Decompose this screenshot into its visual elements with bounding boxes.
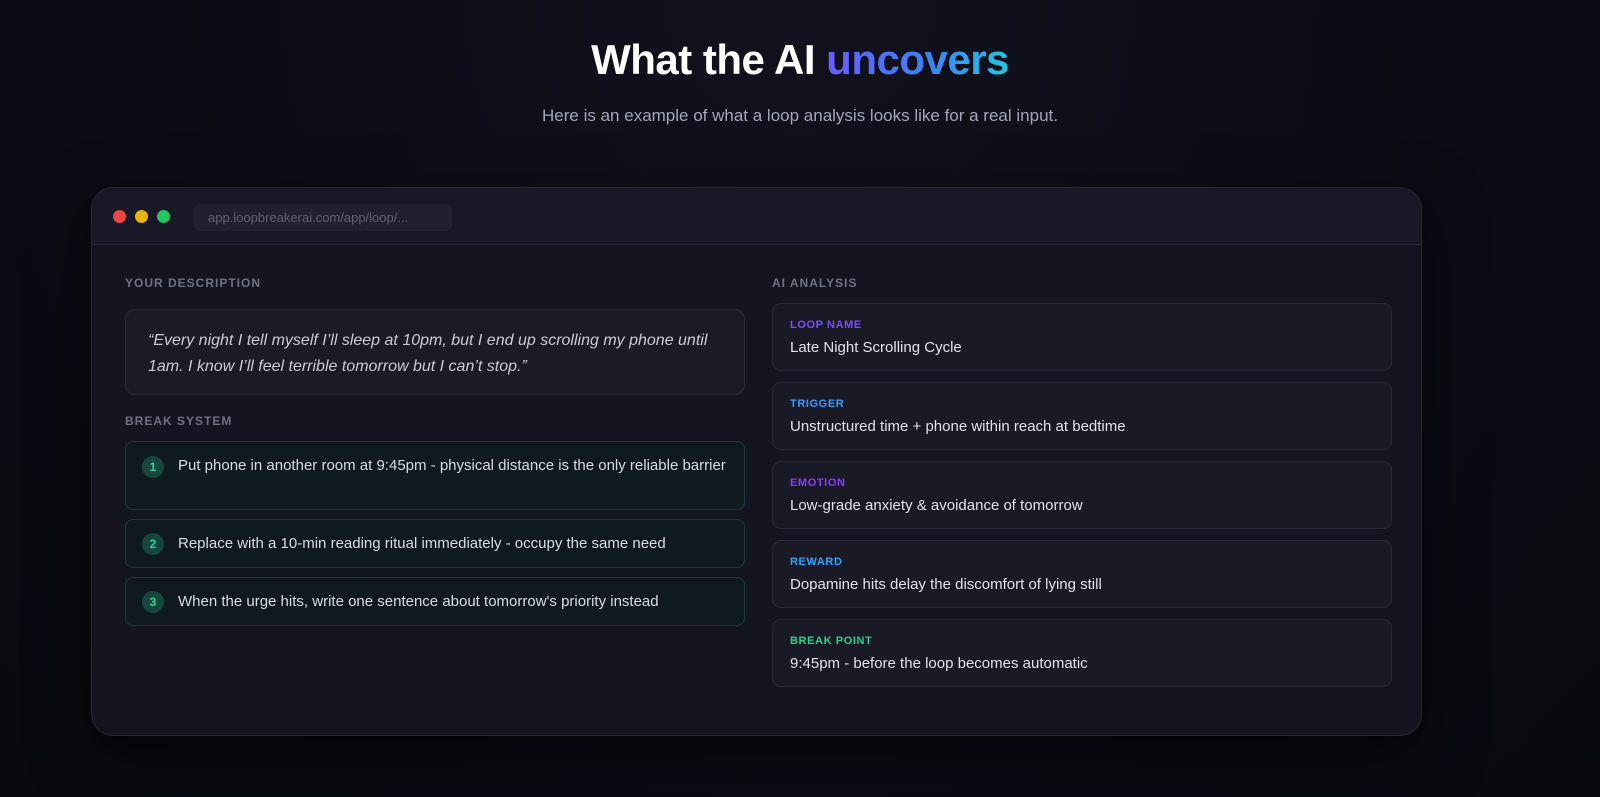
analysis-card-loop-name: LOOP NAME Late Night Scrolling Cycle: [772, 303, 1392, 371]
analysis-card-trigger: TRIGGER Unstructured time + phone within…: [772, 382, 1392, 450]
analysis-card-emotion: EMOTION Low-grade anxiety & avoidance of…: [772, 461, 1392, 529]
analysis-card-label: REWARD: [790, 556, 843, 568]
page-title-main: What the AI: [591, 36, 827, 83]
step-text: Put phone in another room at 9:45pm - ph…: [178, 457, 726, 474]
url-bar: app.loopbreakerai.com/app/loop/...: [194, 204, 452, 231]
analysis-card-break-point: BREAK POINT 9:45pm - before the loop bec…: [772, 619, 1392, 687]
close-window-dot-icon: [113, 210, 126, 223]
step-text: When the urge hits, write one sentence a…: [178, 593, 659, 610]
step-number-badge: 2: [142, 533, 164, 555]
app-window-mockup: app.loopbreakerai.com/app/loop/... YOUR …: [91, 187, 1422, 736]
page-subtitle: Here is an example of what a loop analys…: [542, 106, 1058, 125]
window-titlebar: app.loopbreakerai.com/app/loop/...: [92, 188, 1421, 245]
break-step-1: 1 Put phone in another room at 9:45pm - …: [125, 441, 745, 510]
analysis-card-label: EMOTION: [790, 477, 846, 489]
break-step-2: 2 Replace with a 10-min reading ritual i…: [125, 519, 745, 568]
break-system-label: BREAK SYSTEM: [125, 414, 233, 428]
analysis-card-label: BREAK POINT: [790, 635, 873, 647]
step-number-badge: 3: [142, 591, 164, 613]
step-text: Replace with a 10-min reading ritual imm…: [178, 535, 666, 552]
description-quote: “Every night I tell myself I’ll sleep at…: [125, 309, 745, 395]
step-number-badge: 1: [142, 456, 164, 478]
analysis-card-reward: REWARD Dopamine hits delay the discomfor…: [772, 540, 1392, 608]
analysis-card-value: Late Night Scrolling Cycle: [790, 339, 962, 356]
analysis-card-value: 9:45pm - before the loop becomes automat…: [790, 655, 1088, 672]
maximize-window-dot-icon: [157, 210, 170, 223]
analysis-card-label: LOOP NAME: [790, 319, 862, 331]
analysis-card-value: Low-grade anxiety & avoidance of tomorro…: [790, 497, 1083, 514]
minimize-window-dot-icon: [135, 210, 148, 223]
page-title: What the AI uncovers: [0, 34, 1600, 86]
break-step-3: 3 When the urge hits, write one sentence…: [125, 577, 745, 626]
ai-analysis-label: AI ANALYSIS: [772, 276, 858, 290]
page-title-accent: uncovers: [826, 36, 1009, 83]
analysis-card-label: TRIGGER: [790, 398, 845, 410]
analysis-card-value: Unstructured time + phone within reach a…: [790, 418, 1126, 435]
your-description-label: YOUR DESCRIPTION: [125, 276, 262, 290]
analysis-card-value: Dopamine hits delay the discomfort of ly…: [790, 576, 1102, 593]
